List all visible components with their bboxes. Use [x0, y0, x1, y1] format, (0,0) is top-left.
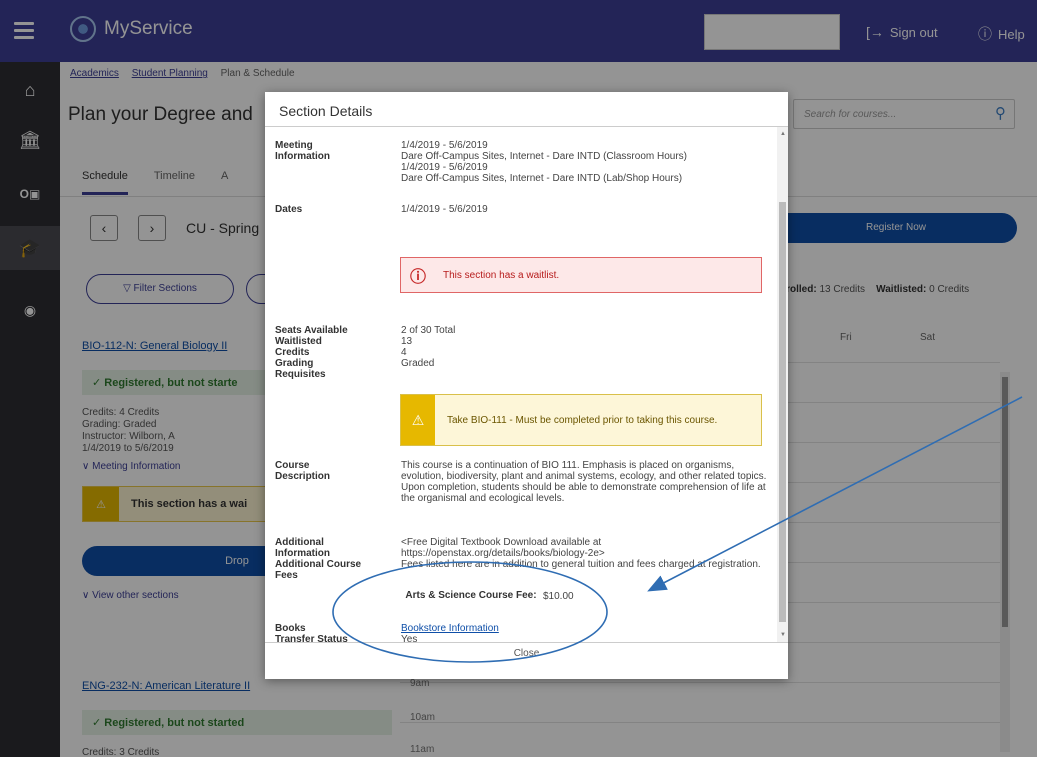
- fees-label-line-2: Fees: [275, 570, 298, 581]
- additional-information-label: Additional Information: [275, 537, 385, 559]
- additional-fees-value: Fees listed here are in addition to gene…: [401, 559, 761, 570]
- section-details-dialog: Section Details Meeting Information 1/4/…: [265, 92, 788, 679]
- meeting-information-label: Meeting Information: [275, 140, 385, 162]
- dialog-footer-divider: [265, 642, 788, 643]
- scroll-down-icon[interactable]: ▼: [780, 632, 786, 638]
- transfer-status-label: Transfer Status: [275, 634, 348, 642]
- dialog-body: Meeting Information 1/4/2019 - 5/6/2019 …: [265, 127, 777, 642]
- fee-name: Arts & Science Course Fee:: [405, 590, 537, 601]
- scroll-up-icon[interactable]: ▲: [780, 131, 786, 137]
- additional-information-value: <Free Digital Textbook Download availabl…: [401, 537, 605, 559]
- meeting-information-value: 1/4/2019 - 5/6/2019 Dare Off-Campus Site…: [401, 140, 771, 184]
- dates-label: Dates: [275, 204, 303, 215]
- fees-label-line-1: Additional Course: [275, 559, 362, 570]
- seats-label: Seats Available: [275, 325, 348, 336]
- dates-value: 1/4/2019 - 5/6/2019: [401, 204, 488, 215]
- credits-value: 4: [401, 347, 407, 358]
- books-label: Books: [275, 623, 306, 634]
- dialog-scrollbar-thumb[interactable]: [779, 202, 786, 622]
- bookstore-information-link[interactable]: Bookstore Information: [401, 623, 771, 634]
- credits-label: Credits: [275, 347, 310, 358]
- waitlisted-label: Waitlisted: [275, 336, 322, 347]
- requisite-alert-text: Take BIO-111 - Must be completed prior t…: [447, 414, 718, 426]
- close-button[interactable]: Close: [265, 648, 788, 659]
- description-label-line-1: Course: [275, 460, 310, 471]
- additional-fees-label: Additional Course Fees: [275, 559, 385, 581]
- requisites-label: Requisites: [275, 369, 326, 380]
- grading-label: Grading: [275, 358, 314, 369]
- additional-label-line-2: Information: [275, 548, 330, 559]
- grading-value: Graded: [401, 358, 435, 369]
- warning-icon: ⚠: [401, 395, 435, 445]
- waitlist-alert: ⓘ This section has a waitlist.: [400, 257, 762, 293]
- description-label-line-2: Description: [275, 471, 331, 482]
- meeting-line: 1/4/2019 - 5/6/2019: [401, 140, 488, 151]
- course-description-label: Course Description: [275, 460, 385, 482]
- additional-label-line-1: Additional: [275, 537, 324, 548]
- meeting-line: Dare Off-Campus Sites, Internet - Dare I…: [401, 173, 683, 184]
- dialog-title: Section Details: [279, 103, 373, 119]
- meeting-label-line-2: Information: [275, 151, 330, 162]
- meeting-label-line-1: Meeting: [275, 140, 313, 151]
- meeting-line: Dare Off-Campus Sites, Internet - Dare I…: [401, 151, 688, 162]
- error-icon: ⓘ: [409, 269, 426, 286]
- seats-value: 2 of 30 Total: [401, 325, 456, 336]
- requisite-alert: ⚠ Take BIO-111 - Must be completed prior…: [400, 394, 762, 446]
- dialog-scrollbar[interactable]: ▲ ▼: [777, 127, 788, 642]
- fee-amount: $10.00: [543, 591, 574, 602]
- waitlist-alert-text: This section has a waitlist.: [443, 269, 560, 281]
- waitlisted-value: 13: [401, 336, 413, 347]
- meeting-line: 1/4/2019 - 5/6/2019: [401, 162, 488, 173]
- transfer-status-value: Yes: [401, 634, 418, 642]
- course-description-value: This course is a continuation of BIO 111…: [401, 460, 767, 504]
